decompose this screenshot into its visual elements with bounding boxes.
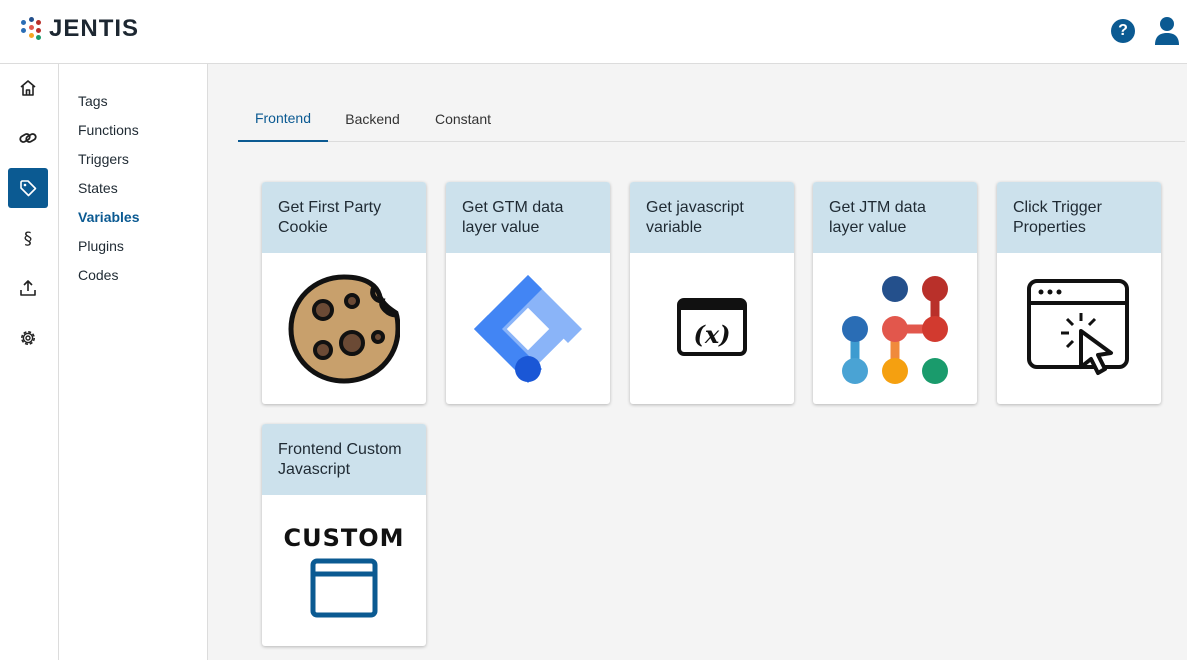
subnav-item-tags[interactable]: Tags <box>78 93 108 109</box>
subnav-item-functions[interactable]: Functions <box>78 122 139 138</box>
card-title: Get javascript variable <box>630 182 794 253</box>
upload-icon <box>20 280 36 296</box>
card-title: Get GTM data layer value <box>446 182 610 253</box>
variable-type-tabs: Frontend Backend Constant <box>238 96 1185 142</box>
google-tag-manager-icon <box>474 274 582 383</box>
cookie-icon <box>288 273 400 384</box>
svg-text:§: § <box>24 229 33 248</box>
tag-icon <box>20 180 37 197</box>
logo-text: JENTIS <box>49 15 140 42</box>
nav-legal[interactable]: § <box>8 218 48 258</box>
nav-links[interactable] <box>8 118 48 158</box>
card-title: Get JTM data layer value <box>813 182 977 253</box>
template-card-gtm-data-layer[interactable]: Get GTM data layer value <box>446 182 610 404</box>
subnav-item-codes[interactable]: Codes <box>78 267 118 283</box>
click-window-icon <box>1027 278 1129 375</box>
main-navigation-rail: § <box>0 64 59 660</box>
svg-text:(x): (x) <box>693 320 730 349</box>
settings-icon <box>21 331 35 345</box>
tab-constant[interactable]: Constant <box>417 96 509 141</box>
card-title: Frontend Custom Javascript <box>262 424 426 495</box>
template-card-first-party-cookie[interactable]: Get First Party Cookie <box>262 182 426 404</box>
card-title: Get First Party Cookie <box>262 182 426 253</box>
template-card-click-trigger[interactable]: Click Trigger Properties <box>997 182 1161 404</box>
jentis-logo-icon <box>842 275 948 384</box>
subnav-item-triggers[interactable]: Triggers <box>78 151 129 167</box>
help-button[interactable]: ? <box>1111 19 1135 43</box>
subnav-item-variables[interactable]: Variables <box>78 209 140 225</box>
subnav-item-states[interactable]: States <box>78 180 118 196</box>
jentis-logo-icon <box>21 17 43 41</box>
user-account-button[interactable] <box>1154 16 1180 46</box>
template-card-custom-javascript[interactable]: Frontend Custom Javascript CUSTOM <box>262 424 426 646</box>
custom-image-label: CUSTOM <box>283 523 405 552</box>
tab-frontend[interactable]: Frontend <box>238 96 328 142</box>
custom-window-icon <box>310 558 378 617</box>
nav-home[interactable] <box>8 68 48 108</box>
tab-backend[interactable]: Backend <box>328 96 417 141</box>
card-title: Click Trigger Properties <box>997 182 1161 253</box>
user-icon <box>1155 17 1179 45</box>
variable-window-icon: (x) <box>677 297 747 356</box>
section-icon: § <box>24 229 33 248</box>
template-card-javascript-variable[interactable]: Get javascript variable (x) <box>630 182 794 404</box>
subnav-item-plugins[interactable]: Plugins <box>78 238 124 254</box>
link-icon <box>19 133 37 143</box>
template-card-jtm-data-layer[interactable]: Get JTM data layer value <box>813 182 977 404</box>
nav-publish[interactable] <box>8 268 48 308</box>
nav-settings[interactable] <box>8 318 48 358</box>
home-icon <box>20 80 36 96</box>
help-icon: ? <box>1118 22 1128 39</box>
nav-tags[interactable] <box>8 168 48 208</box>
app-header: JENTIS ? <box>0 0 1187 64</box>
jentis-logo[interactable]: JENTIS <box>21 15 139 43</box>
section-navigation: Tags Functions Triggers States Variables… <box>59 64 208 660</box>
